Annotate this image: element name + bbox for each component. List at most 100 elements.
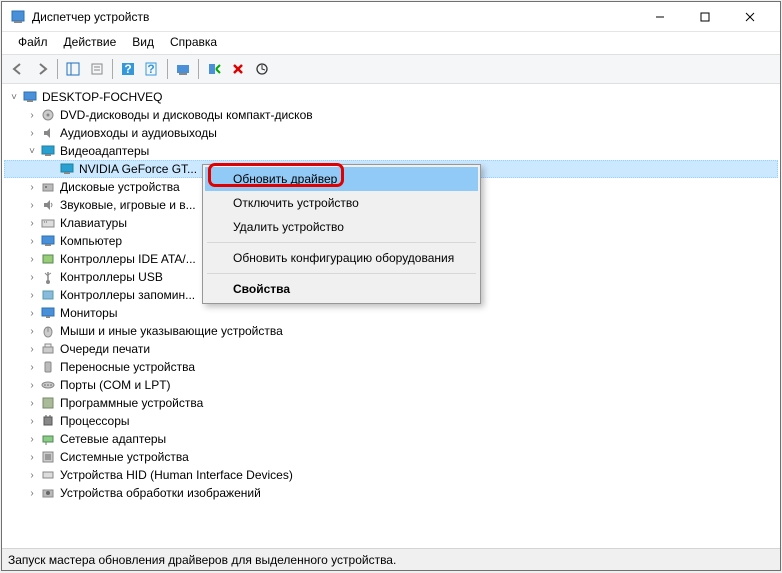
back-button[interactable] [7,58,29,80]
expand-icon[interactable]: › [24,179,40,195]
tree-item[interactable]: › Программные устройства [4,394,778,412]
tree-item-label: Устройства HID (Human Interface Devices) [60,468,293,482]
expand-icon[interactable]: › [24,431,40,447]
help-topics-button[interactable]: ? [141,58,163,80]
tree-item-display-adapters[interactable]: ˅ Видеоадаптеры [4,142,778,160]
tree-item[interactable]: › Системные устройства [4,448,778,466]
menu-help[interactable]: Справка [162,32,225,54]
tree-item-label: Контроллеры IDE ATA/... [60,252,196,266]
expand-icon[interactable]: › [24,377,40,393]
audio-icon [40,125,56,141]
ctx-remove-device[interactable]: Удалить устройство [205,215,478,239]
disk-icon [40,179,56,195]
expand-icon[interactable]: › [24,359,40,375]
collapse-icon[interactable]: ˅ [24,143,40,159]
expand-icon[interactable]: › [24,107,40,123]
expand-icon[interactable]: › [24,323,40,339]
scan-hardware-button[interactable] [172,58,194,80]
ctx-disable-device[interactable]: Отключить устройство [205,191,478,215]
tree-item[interactable]: › Переносные устройства [4,358,778,376]
tree-item-label: Аудиовходы и аудиовыходы [60,126,217,140]
expand-icon[interactable]: › [24,485,40,501]
expand-icon[interactable]: › [24,251,40,267]
minimize-button[interactable] [637,2,682,32]
tree-item-label: Дисковые устройства [60,180,180,194]
expand-icon[interactable]: › [24,197,40,213]
tree-item[interactable]: › DVD-дисководы и дисководы компакт-диско… [4,106,778,124]
expand-icon[interactable]: › [24,341,40,357]
tree-item[interactable]: › Сетевые адаптеры [4,430,778,448]
tree-item-label: Порты (COM и LPT) [60,378,171,392]
expand-icon[interactable]: › [24,305,40,321]
tree-item[interactable]: › Процессоры [4,412,778,430]
app-icon [10,9,26,25]
tree-item[interactable]: › Устройства обработки изображений [4,484,778,502]
expand-icon[interactable]: › [24,287,40,303]
network-adapter-icon [40,431,56,447]
tree-item-label: Контроллеры USB [60,270,163,284]
enable-device-button[interactable] [203,58,225,80]
device-manager-window: Диспетчер устройств Файл Действие Вид Сп… [1,1,781,571]
tree-root[interactable]: ˅ DESKTOP-FOCHVEQ [4,88,778,106]
ctx-separator [207,273,476,274]
tree-item-label: Системные устройства [60,450,189,464]
forward-button[interactable] [31,58,53,80]
menu-file[interactable]: Файл [10,32,56,54]
tree-item[interactable]: › Устройства HID (Human Interface Devices… [4,466,778,484]
uninstall-button[interactable] [227,58,249,80]
toolbar-separator [167,59,168,79]
ctx-scan-hardware[interactable]: Обновить конфигурацию оборудования [205,246,478,270]
tree-root-label: DESKTOP-FOCHVEQ [42,90,162,104]
ctx-update-driver[interactable]: Обновить драйвер [205,167,478,191]
usb-icon [40,269,56,285]
properties-button[interactable] [86,58,108,80]
show-hide-tree-button[interactable] [62,58,84,80]
expand-icon[interactable]: › [24,215,40,231]
help-button[interactable]: ? [117,58,139,80]
computer-icon [40,233,56,249]
tree-item-label: Устройства обработки изображений [60,486,261,500]
toolbar-separator [112,59,113,79]
svg-text:?: ? [124,62,131,76]
menu-action[interactable]: Действие [56,32,125,54]
tree-item-label: DVD-дисководы и дисководы компакт-дисков [60,108,313,122]
portable-device-icon [40,359,56,375]
imaging-device-icon [40,485,56,501]
tree-item-label: Видеоадаптеры [60,144,149,158]
update-driver-button[interactable] [251,58,273,80]
device-tree[interactable]: ˅ DESKTOP-FOCHVEQ › DVD-дисководы и диско… [2,84,780,548]
expand-icon[interactable]: › [24,413,40,429]
menu-view[interactable]: Вид [124,32,162,54]
tree-item-label: Компьютер [60,234,122,248]
tree-item-label: Звуковые, игровые и в... [60,198,196,212]
tree-item-label: NVIDIA GeForce GT... [79,162,197,176]
tree-item[interactable]: › Мыши и иные указывающие устройства [4,322,778,340]
tree-item-label: Процессоры [60,414,130,428]
maximize-button[interactable] [682,2,727,32]
expand-icon[interactable]: › [24,467,40,483]
tree-item-label: Переносные устройства [60,360,195,374]
tree-item-label: Мониторы [60,306,117,320]
collapse-icon[interactable]: ˅ [6,89,22,105]
tree-item[interactable]: ›Очереди печати [4,340,778,358]
display-adapter-icon [59,161,75,177]
storage-controller-icon [40,287,56,303]
software-device-icon [40,395,56,411]
tree-item[interactable]: › Порты (COM и LPT) [4,376,778,394]
tree-item-label: Сетевые адаптеры [60,432,166,446]
tree-item[interactable]: › Мониторы [4,304,778,322]
tree-item-label: Программные устройства [60,396,203,410]
expand-icon[interactable]: › [24,449,40,465]
computer-icon [22,89,38,105]
processor-icon [40,413,56,429]
tree-item[interactable]: › Аудиовходы и аудиовыходы [4,124,778,142]
expand-icon[interactable]: › [24,233,40,249]
tree-item-label: Мыши и иные указывающие устройства [60,324,283,338]
expand-icon[interactable]: › [24,125,40,141]
menubar: Файл Действие Вид Справка [2,32,780,54]
expand-icon[interactable]: › [24,395,40,411]
ctx-properties[interactable]: Свойства [205,277,478,301]
context-menu: Обновить драйвер Отключить устройство Уд… [202,164,481,304]
expand-icon[interactable]: › [24,269,40,285]
close-button[interactable] [727,2,772,32]
